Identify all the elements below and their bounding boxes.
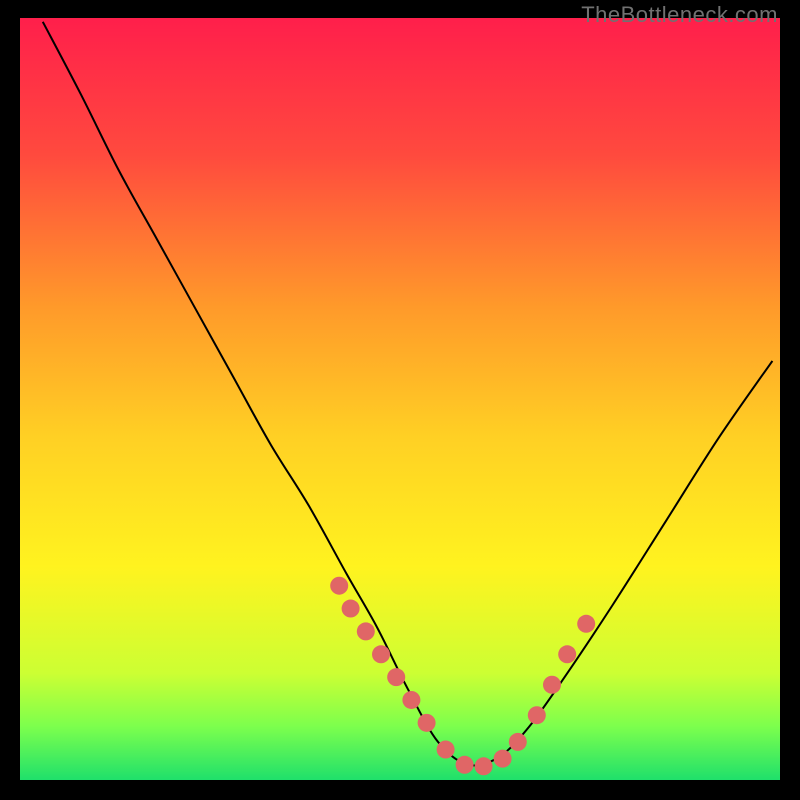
marker-dot [509,733,527,751]
marker-dot [372,645,390,663]
chart-curve [20,18,780,780]
watermark-label: TheBottleneck.com [581,2,778,28]
marker-dot [357,622,375,640]
marker-dot [543,676,561,694]
marker-dot [330,577,348,595]
marker-dot [494,750,512,768]
marker-dot [456,756,474,774]
marker-dot [577,615,595,633]
marker-dot [387,668,405,686]
marker-dots-group [330,577,595,776]
marker-dot [418,714,436,732]
bottleneck-curve-path [43,22,773,766]
plot-area [20,18,780,780]
marker-dot [402,691,420,709]
marker-dot [528,706,546,724]
marker-dot [475,757,493,775]
marker-dot [558,645,576,663]
marker-dot [342,600,360,618]
marker-dot [437,741,455,759]
